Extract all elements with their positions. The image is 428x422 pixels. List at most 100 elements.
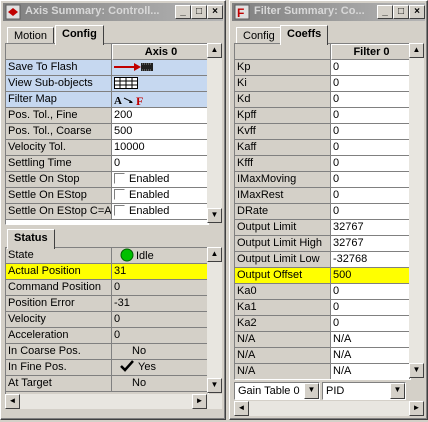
enabled-checkbox[interactable] bbox=[114, 173, 125, 184]
filter-map-icon[interactable]: AF bbox=[114, 93, 154, 107]
row-label: View Sub-objects bbox=[6, 76, 112, 92]
table-row: Ka1 0 bbox=[235, 300, 410, 316]
row-value[interactable]: AF bbox=[112, 92, 208, 108]
row-label: Settling Time bbox=[6, 156, 112, 172]
status-value: 0 bbox=[112, 280, 208, 296]
coeff-value[interactable]: N/A bbox=[331, 364, 410, 379]
chevron-down-icon[interactable]: ▼ bbox=[390, 383, 405, 399]
axis-summary-titlebar[interactable]: Axis Summary: Controll... _ □ × bbox=[3, 3, 223, 21]
coeff-label: N/A bbox=[235, 332, 331, 348]
axis-app-icon bbox=[5, 4, 21, 20]
coeff-value[interactable]: N/A bbox=[331, 332, 410, 348]
status-value: Idle bbox=[112, 248, 208, 264]
row-value[interactable]: 200 bbox=[112, 108, 208, 124]
table-row: Ki 0 bbox=[235, 76, 410, 92]
row-label: Settle On EStop C=A bbox=[6, 204, 112, 220]
coeff-value[interactable]: 500 bbox=[331, 268, 410, 284]
row-value[interactable]: 10000 bbox=[112, 140, 208, 156]
maximize-button[interactable]: □ bbox=[393, 5, 409, 19]
row-value[interactable]: 0 bbox=[112, 156, 208, 172]
coeff-value[interactable]: 0 bbox=[331, 316, 410, 332]
row-value[interactable]: Enabled bbox=[112, 188, 208, 204]
row-value[interactable] bbox=[112, 60, 208, 76]
row-label: Pos. Tol., Fine bbox=[6, 108, 112, 124]
filter-type-select[interactable]: PID ▼ bbox=[322, 382, 406, 400]
table-row: Kaff 0 bbox=[235, 140, 410, 156]
coeff-value[interactable]: 0 bbox=[331, 156, 410, 172]
coeff-value[interactable]: N/A bbox=[331, 348, 410, 364]
filter-column-header[interactable]: Filter 0 bbox=[331, 44, 410, 60]
status-scrollbar[interactable]: ▲ ▼ bbox=[207, 247, 222, 393]
svg-text:F: F bbox=[136, 94, 143, 106]
table-row: Ka0 0 bbox=[235, 284, 410, 300]
coeff-value[interactable]: 0 bbox=[331, 140, 410, 156]
table-row: N/A N/A bbox=[235, 332, 410, 348]
scroll-up-button[interactable]: ▲ bbox=[207, 43, 222, 58]
status-value: -31 bbox=[112, 296, 208, 312]
status-value: No bbox=[112, 344, 208, 360]
minimize-button[interactable]: _ bbox=[377, 5, 393, 19]
coeff-value[interactable]: 0 bbox=[331, 188, 410, 204]
tab-status[interactable]: Status bbox=[7, 229, 55, 249]
row-value[interactable] bbox=[112, 76, 208, 92]
enabled-checkbox[interactable] bbox=[114, 205, 125, 216]
status-label: Actual Position bbox=[6, 264, 112, 280]
filter-summary-titlebar[interactable]: F Filter Summary: Co... _ □ × bbox=[232, 3, 425, 21]
axis-config-scrollbar[interactable]: ▲ ▼ bbox=[207, 43, 222, 223]
filter-summary-title: Filter Summary: Co... bbox=[254, 5, 365, 17]
scroll-up-button[interactable]: ▲ bbox=[409, 43, 424, 58]
coeff-value[interactable]: 0 bbox=[331, 60, 410, 76]
scroll-down-button[interactable]: ▼ bbox=[409, 363, 424, 378]
scroll-down-button[interactable]: ▼ bbox=[207, 378, 222, 393]
status-label: In Coarse Pos. bbox=[6, 344, 112, 360]
axis-column-header[interactable]: Axis 0 bbox=[112, 44, 208, 60]
coeff-label: N/A bbox=[235, 364, 331, 379]
save-to-flash-icon[interactable] bbox=[114, 61, 154, 73]
coeff-label: Kp bbox=[235, 60, 331, 76]
status-row: In Coarse Pos. No bbox=[6, 344, 208, 360]
sub-objects-grid-icon[interactable] bbox=[114, 77, 138, 89]
coeff-value[interactable]: 32767 bbox=[331, 220, 410, 236]
table-row: N/A N/A bbox=[235, 348, 410, 364]
enabled-checkbox[interactable] bbox=[114, 189, 125, 200]
table-row: Pos. Tol., Coarse 500 bbox=[6, 124, 208, 140]
row-value[interactable]: 500 bbox=[112, 124, 208, 140]
tab-coeffs[interactable]: Coeffs bbox=[280, 25, 329, 45]
maximize-button[interactable]: □ bbox=[191, 5, 207, 19]
coeff-value[interactable]: 32767 bbox=[331, 236, 410, 252]
row-value[interactable]: Enabled bbox=[112, 172, 208, 188]
status-tabs: Status bbox=[5, 229, 219, 249]
scroll-down-button[interactable]: ▼ bbox=[207, 208, 222, 223]
gain-table-select[interactable]: Gain Table 0 ▼ bbox=[234, 382, 320, 400]
scroll-left-button[interactable]: ◄ bbox=[5, 394, 20, 409]
status-row: Velocity 0 bbox=[6, 312, 208, 328]
close-button[interactable]: × bbox=[409, 5, 425, 19]
coeff-value[interactable]: -32768 bbox=[331, 252, 410, 268]
scroll-right-button[interactable]: ► bbox=[192, 394, 207, 409]
filter-hscrollbar[interactable]: ◄ ► bbox=[234, 401, 424, 416]
filter-scrollbar[interactable]: ▲ ▼ bbox=[409, 43, 424, 378]
scroll-left-button[interactable]: ◄ bbox=[234, 401, 249, 416]
minimize-button[interactable]: _ bbox=[175, 5, 191, 19]
status-hscrollbar[interactable]: ◄ ► bbox=[5, 394, 222, 409]
scroll-right-button[interactable]: ► bbox=[409, 401, 424, 416]
coeff-value[interactable]: 0 bbox=[331, 92, 410, 108]
row-label: Settle On EStop bbox=[6, 188, 112, 204]
tab-config[interactable]: Config bbox=[55, 25, 104, 45]
row-value[interactable]: Enabled bbox=[112, 204, 208, 220]
checkbox-label: Enabled bbox=[129, 173, 170, 185]
table-row: Filter Map A F bbox=[6, 92, 208, 108]
table-row: Kpff 0 bbox=[235, 108, 410, 124]
coeff-value[interactable]: 0 bbox=[331, 108, 410, 124]
coeff-value[interactable]: 0 bbox=[331, 300, 410, 316]
status-row: Command Position 0 bbox=[6, 280, 208, 296]
coeff-value[interactable]: 0 bbox=[331, 124, 410, 140]
scroll-up-button[interactable]: ▲ bbox=[207, 247, 222, 262]
table-row: IMaxMoving 0 bbox=[235, 172, 410, 188]
coeff-value[interactable]: 0 bbox=[331, 284, 410, 300]
coeff-value[interactable]: 0 bbox=[331, 204, 410, 220]
chevron-down-icon[interactable]: ▼ bbox=[304, 383, 319, 399]
coeff-value[interactable]: 0 bbox=[331, 172, 410, 188]
coeff-value[interactable]: 0 bbox=[331, 76, 410, 92]
close-button[interactable]: × bbox=[207, 5, 223, 19]
